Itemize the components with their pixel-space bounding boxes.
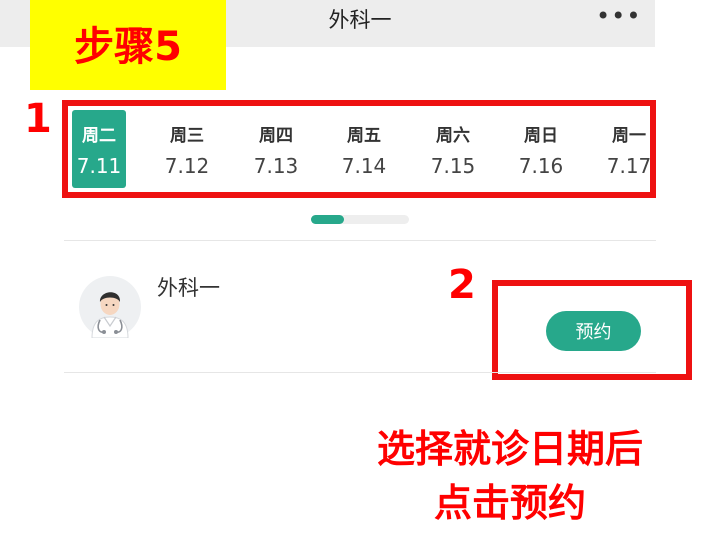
divider	[64, 372, 656, 373]
date-item[interactable]: 周四 7.13	[249, 110, 303, 188]
date-weekday: 周五	[347, 126, 381, 146]
doctor-avatar-icon	[79, 276, 141, 339]
callout-number-1: 1	[24, 96, 52, 142]
scroll-thumb[interactable]	[311, 215, 344, 224]
date-day: 7.14	[341, 154, 387, 178]
date-weekday: 周六	[436, 126, 470, 146]
date-item[interactable]: 周日 7.16	[514, 110, 568, 188]
doctor-name: 外科一	[157, 276, 220, 300]
date-selector: 周二 7.11 周三 7.12 周四 7.13 周五 7.14 周六 7.15 …	[62, 100, 656, 198]
date-item[interactable]: 周六 7.15	[426, 110, 480, 188]
divider	[64, 240, 656, 241]
date-weekday: 周三	[170, 126, 204, 146]
date-item[interactable]: 周一 7.17	[602, 110, 656, 188]
date-day: 7.11	[76, 154, 122, 178]
date-day: 7.16	[518, 154, 564, 178]
date-day: 7.15	[430, 154, 476, 178]
date-day: 7.13	[253, 154, 299, 178]
date-scroll-indicator[interactable]	[311, 215, 409, 224]
date-weekday: 周一	[612, 126, 646, 146]
date-weekday: 周日	[524, 126, 558, 146]
date-day: 7.12	[164, 154, 210, 178]
date-weekday: 周二	[82, 126, 116, 146]
date-item[interactable]: 周三 7.12	[160, 110, 214, 188]
more-dots-icon[interactable]: •••	[596, 2, 641, 30]
date-item[interactable]: 周二 7.11	[72, 110, 126, 188]
step-badge: 步骤5	[30, 0, 226, 90]
page-title: 外科一	[328, 8, 392, 32]
callout-number-2: 2	[448, 262, 476, 308]
instruction-line-1: 选择就诊日期后	[376, 427, 643, 471]
instruction-line-2: 点击预约	[433, 481, 586, 525]
book-button[interactable]: 预约	[546, 311, 641, 351]
date-item[interactable]: 周五 7.14	[337, 110, 391, 188]
date-day: 7.17	[606, 154, 652, 178]
date-weekday: 周四	[259, 126, 293, 146]
